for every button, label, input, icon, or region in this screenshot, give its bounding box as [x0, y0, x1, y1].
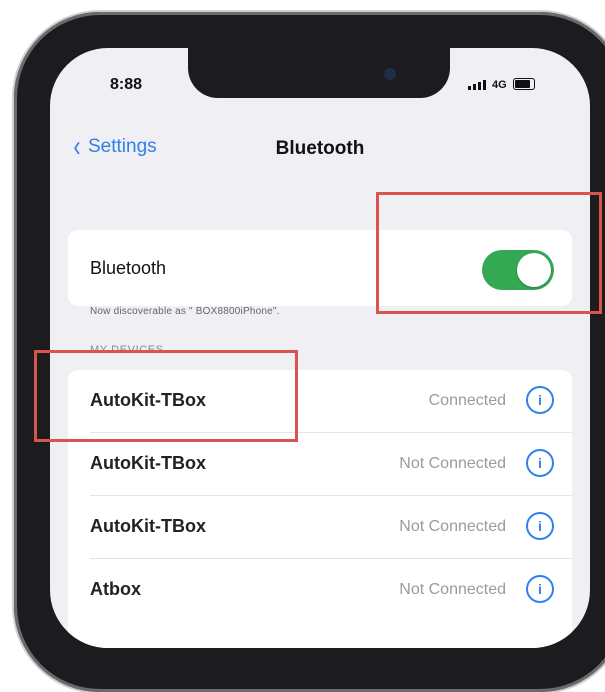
device-row[interactable]: Atbox Not Connected i: [68, 559, 572, 621]
network-type: 4G: [492, 79, 507, 91]
phone-screen: 8:88 4G ‹ Settings Bluetooth Bluetooth N…: [50, 48, 590, 648]
status-indicators: 4G: [468, 78, 535, 91]
page-title: Bluetooth: [275, 138, 365, 159]
battery-icon: [512, 78, 535, 90]
device-status: Connected: [428, 392, 506, 409]
toggle-knob: [517, 253, 551, 287]
bluetooth-toggle-group: Bluetooth: [68, 230, 572, 306]
signal-icon: [468, 80, 486, 90]
discoverable-note: Now discoverable as " BOX8800iPhone".: [90, 306, 280, 317]
device-name: Atbox: [90, 579, 141, 599]
device-row[interactable]: AutoKit-TBox Connected i: [68, 370, 572, 432]
device-list: AutoKit-TBox Connected i AutoKit-TBox No…: [68, 370, 572, 648]
info-icon[interactable]: i: [526, 575, 554, 603]
bluetooth-toggle[interactable]: [482, 250, 554, 290]
device-name: AutoKit-TBox: [90, 453, 206, 473]
front-camera-icon: [384, 68, 396, 80]
notch: [188, 48, 450, 98]
info-icon[interactable]: i: [526, 512, 554, 540]
device-status: Not Connected: [399, 581, 506, 598]
info-icon[interactable]: i: [526, 449, 554, 477]
info-icon[interactable]: i: [526, 386, 554, 414]
device-name: AutoKit-TBox: [90, 390, 206, 410]
device-row[interactable]: AutoKit-TBox Not Connected i: [68, 496, 572, 558]
bluetooth-label: Bluetooth: [90, 258, 167, 278]
device-status: Not Connected: [399, 518, 506, 535]
device-row[interactable]: AutoKit-TBox Not Connected i: [68, 433, 572, 495]
phone-frame: 8:88 4G ‹ Settings Bluetooth Bluetooth N…: [14, 12, 605, 692]
device-status: Not Connected: [399, 455, 506, 472]
device-name: AutoKit-TBox: [90, 516, 206, 536]
section-header-my-devices: MY DEVICES: [90, 344, 164, 356]
status-time: 8:88: [110, 76, 143, 93]
